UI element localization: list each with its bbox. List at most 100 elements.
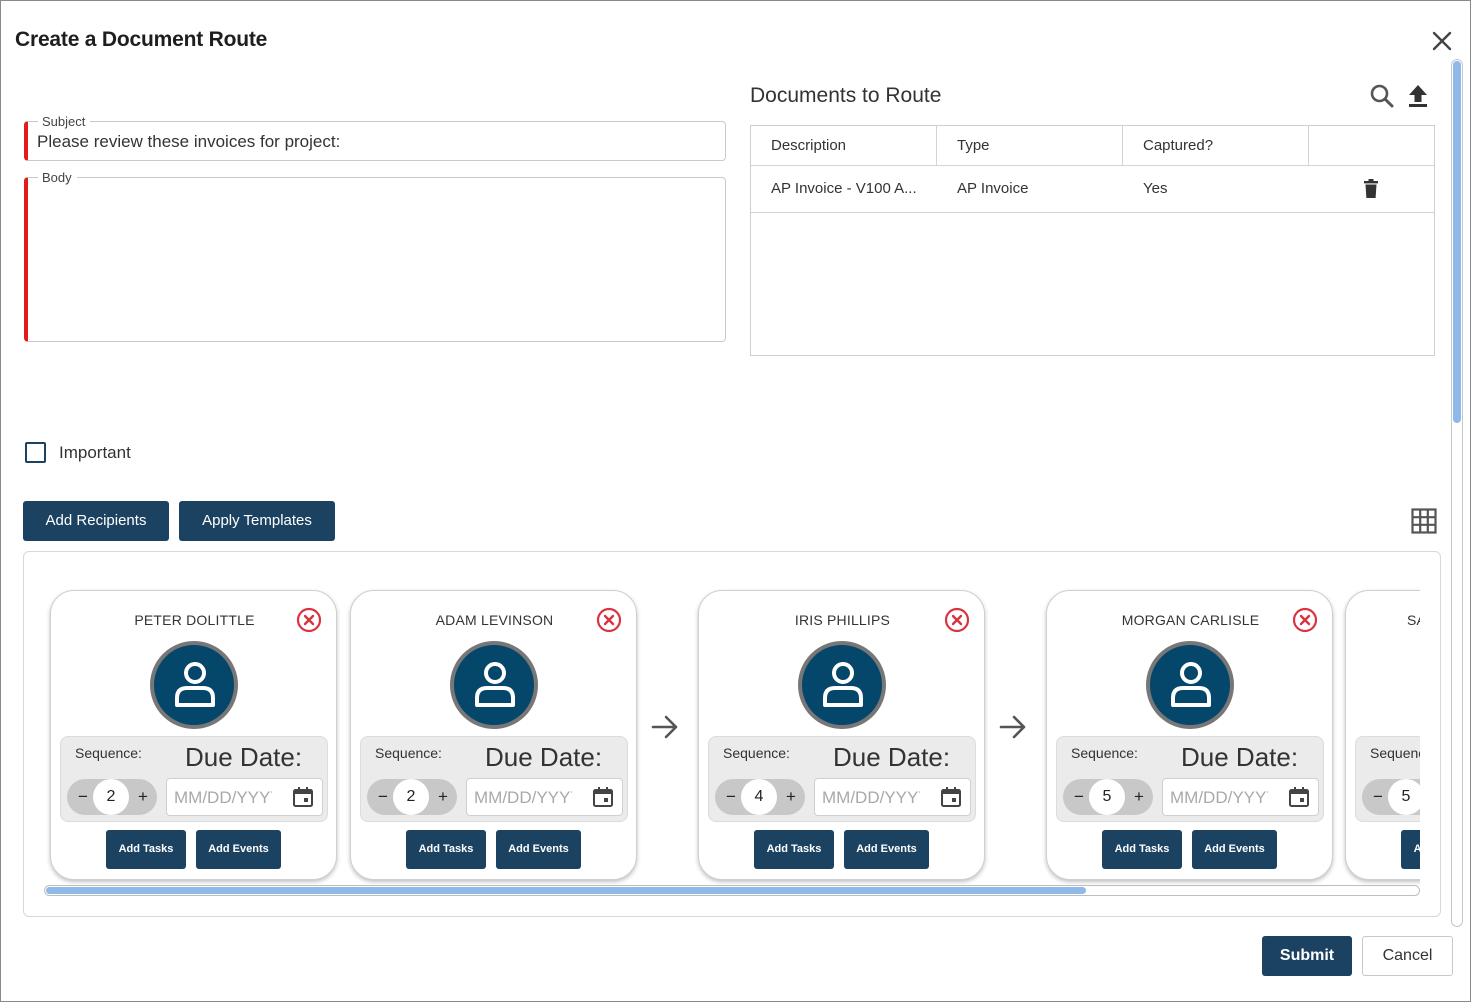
add-tasks-button[interactable]: Add Tasks [1102,830,1182,869]
grid-view-icon[interactable] [1410,507,1438,535]
recipient-card: IRIS PHILLIPS Sequence: Due Date: − 4 + [698,590,985,880]
increment-button[interactable]: + [430,779,456,815]
recipients-panel: PETER DOLITTLE Sequence: Due Date: − 2 + [23,551,1441,917]
avatar [150,641,238,729]
add-events-button[interactable]: Add Events [844,830,929,869]
sequence-stepper[interactable]: − 5 + [1362,779,1420,815]
vertical-scrollbar-thumb[interactable] [1453,61,1461,423]
trash-icon[interactable] [1363,179,1379,204]
arrow-right-icon [650,712,680,742]
calendar-icon[interactable] [940,786,962,813]
calendar-icon[interactable] [592,786,614,813]
person-icon [175,662,215,707]
due-date-input[interactable]: MM/DD/YYYY [466,778,623,816]
column-header-description[interactable]: Description [751,126,937,165]
sequence-label: Sequence: [1071,745,1138,761]
sequence-value[interactable]: 2 [93,779,129,815]
sequence-due-date-box: Sequence: Due Date: − 4 + MM/DD/YYYY [708,736,976,822]
person-icon [823,662,863,707]
sequence-due-date-box: Sequence: − 5 + [1355,736,1420,822]
create-document-route-dialog: Create a Document Route Subject Please r… [0,0,1471,1002]
calendar-icon[interactable] [1288,786,1310,813]
increment-button[interactable]: + [1126,779,1152,815]
person-icon [475,662,515,707]
cancel-button[interactable]: Cancel [1362,936,1453,976]
horizontal-scrollbar[interactable] [44,885,1420,896]
add-tasks-button[interactable]: Add Tasks [406,830,486,869]
due-date-input[interactable]: MM/DD/YYYY [1162,778,1319,816]
sequence-due-date-box: Sequence: Due Date: − 2 + MM/DD/YYYY [360,736,628,822]
person-icon [1171,662,1211,707]
cell-type: AP Invoice [957,180,1029,197]
recipient-card: SA Sequence: − 5 + Add Tasks [1345,590,1420,880]
sequence-value[interactable]: 5 [1089,779,1125,815]
body-field[interactable]: Body [24,170,726,342]
add-recipients-button[interactable]: Add Recipients [23,501,169,541]
submit-button[interactable]: Submit [1262,936,1352,976]
recipient-card: ADAM LEVINSON Sequence: Due Date: − 2 + [350,590,637,880]
sequence-label: Sequence: [723,745,790,761]
table-row[interactable]: AP Invoice - V100 A... AP Invoice Yes [751,166,1434,213]
dialog-title: Create a Document Route [15,28,268,51]
add-events-button[interactable]: Add Events [496,830,581,869]
calendar-icon[interactable] [292,786,314,813]
search-icon[interactable] [1369,83,1395,114]
sequence-due-date-box: Sequence: Due Date: − 5 + MM/DD/YYYY [1056,736,1324,822]
due-date-input[interactable]: MM/DD/YYYY [166,778,323,816]
vertical-scrollbar[interactable] [1451,59,1463,927]
avatar [450,641,538,729]
add-events-button[interactable]: Add Events [1192,830,1277,869]
add-events-button[interactable]: Add Events [196,830,281,869]
important-checkbox-row[interactable]: Important [25,442,131,463]
sequence-due-date-box: Sequence: Due Date: − 2 + MM/DD/YYYY [60,736,328,822]
due-date-input[interactable]: MM/DD/YYYY [814,778,971,816]
add-tasks-button[interactable]: Add Tasks [1401,830,1420,869]
horizontal-scrollbar-thumb[interactable] [46,887,1086,894]
column-header-type[interactable]: Type [937,126,1123,165]
avatar [798,641,886,729]
apply-templates-button[interactable]: Apply Templates [179,501,335,541]
due-date-label: Due Date: [485,742,603,772]
subject-field[interactable]: Subject Please review these invoices for… [24,114,726,161]
important-checkbox[interactable] [25,442,46,463]
increment-button[interactable]: + [778,779,804,815]
arrow-right-icon [998,712,1028,742]
recipient-card: MORGAN CARLISLE Sequence: Due Date: − 5 … [1046,590,1333,880]
due-date-placeholder: MM/DD/YYYY [822,788,920,807]
sequence-stepper[interactable]: − 2 + [67,779,157,815]
close-icon[interactable] [1428,27,1456,55]
upload-icon[interactable] [1407,83,1429,114]
documents-title: Documents to Route [750,84,942,107]
recipient-card: PETER DOLITTLE Sequence: Due Date: − 2 + [50,590,337,880]
column-header-captured[interactable]: Captured? [1123,126,1309,165]
due-date-label: Due Date: [185,742,303,772]
recipient-cards-viewport: PETER DOLITTLE Sequence: Due Date: − 2 + [24,552,1420,892]
sequence-label: Sequence: [1370,745,1420,761]
increment-button[interactable]: + [130,779,156,815]
remove-recipient-icon[interactable] [1292,607,1318,633]
recipient-name: ADAM LEVINSON [435,612,554,628]
due-date-label: Due Date: [1181,742,1299,772]
table-header: Description Type Captured? [751,126,1434,166]
recipient-name: SA [1407,612,1420,628]
remove-recipient-icon[interactable] [944,607,970,633]
sequence-stepper[interactable]: − 4 + [715,779,805,815]
due-date-placeholder: MM/DD/YYYY [174,788,272,807]
sequence-value[interactable]: 5 [1388,779,1420,815]
recipient-name: IRIS PHILLIPS [794,612,891,628]
sequence-stepper[interactable]: − 5 + [1063,779,1153,815]
subject-input[interactable]: Please review these invoices for project… [37,132,340,152]
add-tasks-button[interactable]: Add Tasks [754,830,834,869]
due-date-placeholder: MM/DD/YYYY [1170,788,1268,807]
sequence-value[interactable]: 4 [741,779,777,815]
remove-recipient-icon[interactable] [596,607,622,633]
body-label: Body [38,170,77,185]
due-date-placeholder: MM/DD/YYYY [474,788,572,807]
cell-captured: Yes [1143,180,1168,197]
sequence-stepper[interactable]: − 2 + [367,779,457,815]
sequence-label: Sequence: [75,745,142,761]
remove-recipient-icon[interactable] [296,607,322,633]
recipient-name: PETER DOLITTLE [134,612,255,628]
sequence-value[interactable]: 2 [393,779,429,815]
add-tasks-button[interactable]: Add Tasks [106,830,186,869]
